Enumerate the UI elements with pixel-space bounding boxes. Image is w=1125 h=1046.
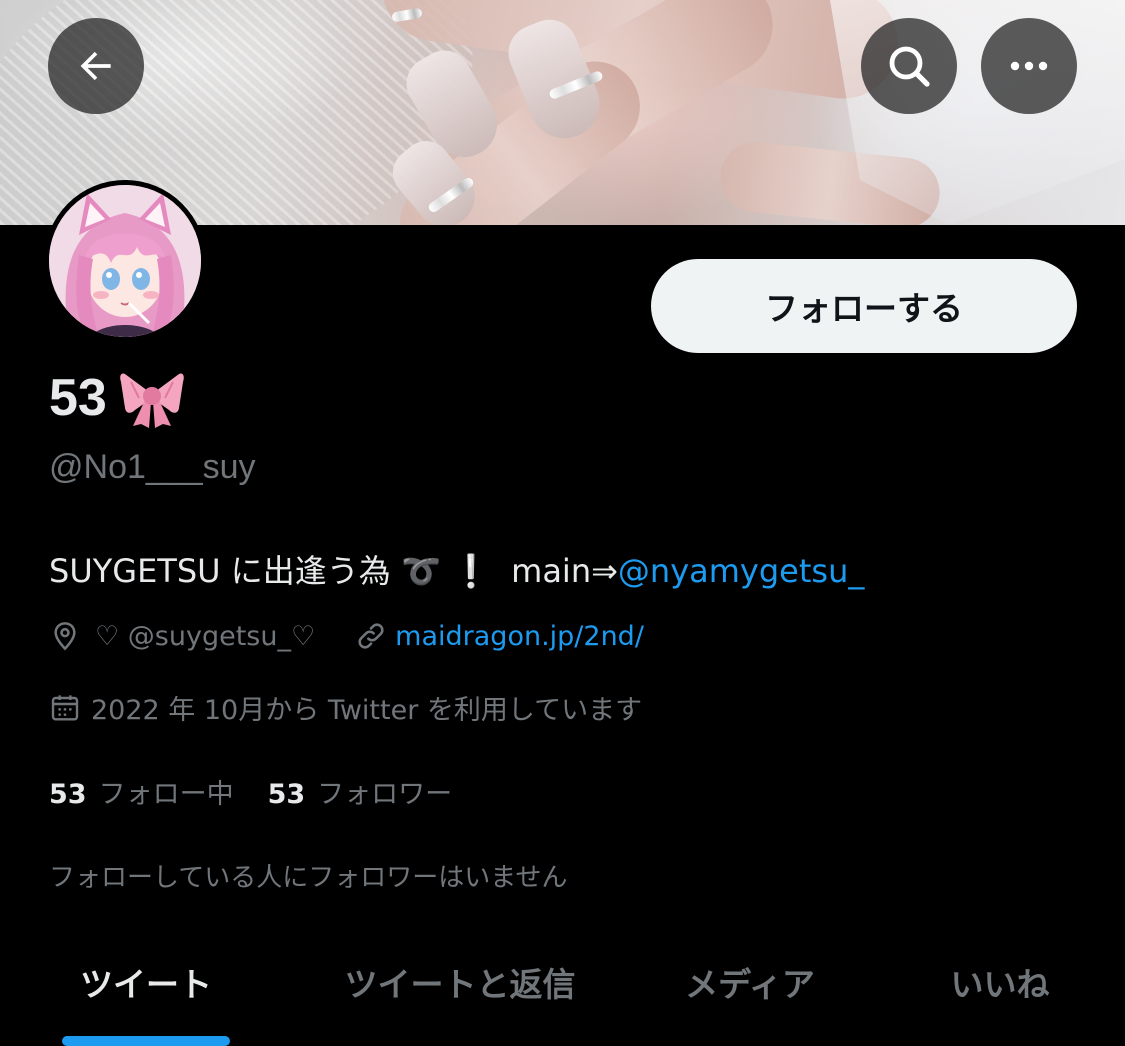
search-icon — [889, 46, 930, 87]
following-label: フォロー中 — [98, 779, 234, 810]
profile-bio: SUYGETSU に出逢う為 ➰ ❕ main⇒@nyamygetsu_ — [49, 546, 864, 592]
following-count: 53 — [49, 779, 87, 810]
no-mutual-followers-text: フォローしている人にフォロワーはいません — [49, 863, 568, 893]
swirl-emoji: ➰ — [400, 552, 441, 590]
joined-text: 2022 年 10月から Twitter を利用しています — [91, 695, 643, 726]
followers-label: フォロワー — [317, 779, 453, 810]
website-link[interactable]: maidragon.jp/2nd/ — [395, 621, 644, 652]
tab-likes[interactable]: いいね — [930, 958, 1070, 1006]
more-button[interactable] — [981, 18, 1077, 114]
display-name: 53 — [49, 368, 185, 428]
profile-meta-joined: 2022 年 10月から Twitter を利用しています — [49, 688, 642, 727]
follow-counts: 53 フォロー中 53 フォロワー — [49, 772, 452, 811]
arrow-left-icon — [80, 51, 111, 81]
user-handle: @No1___suy — [49, 448, 256, 486]
active-tab-indicator — [62, 1036, 230, 1046]
calendar-icon — [51, 694, 79, 721]
profile-meta-location-website: ♡ @suygetsu_♡ maidragon.jp/2nd/ — [49, 620, 644, 652]
followers-link[interactable]: 53 フォロワー — [268, 772, 453, 811]
follow-button[interactable]: フォローする — [651, 259, 1077, 353]
avatar — [49, 185, 201, 337]
profile-banner[interactable] — [0, 0, 1125, 225]
tab-tweets[interactable]: ツイート — [62, 958, 230, 1006]
followers-count: 53 — [267, 779, 306, 810]
tab-tweets-and-replies[interactable]: ツイートと返信 — [330, 958, 590, 1006]
display-name-text: 53 — [49, 369, 107, 427]
location-text: ♡ @suygetsu_♡ — [95, 620, 316, 652]
more-horizontal-icon — [1010, 61, 1048, 71]
bio-mention-link[interactable]: @nyamygetsu_ — [618, 552, 864, 590]
search-button[interactable] — [861, 18, 957, 114]
ribbon-emoji-icon — [120, 373, 184, 428]
following-link[interactable]: 53 フォロー中 — [49, 772, 234, 811]
exclamation-emoji: ❕ — [450, 552, 491, 590]
profile-page: フォローする 53 @No1___suy SUYGETSU に出逢う為 ➰ ❕ … — [0, 0, 1125, 1046]
bio-text: SUYGETSU に出逢う為 — [49, 552, 391, 590]
link-icon — [358, 623, 384, 649]
avatar-frame[interactable] — [44, 180, 206, 342]
profile-tabs: ツイート ツイートと返信 メディア いいね — [0, 930, 1125, 1046]
tab-media[interactable]: メディア — [670, 958, 830, 1006]
back-button[interactable] — [48, 18, 144, 114]
bio-main-prefix: main⇒ — [511, 552, 618, 590]
location-pin-icon — [54, 622, 76, 651]
